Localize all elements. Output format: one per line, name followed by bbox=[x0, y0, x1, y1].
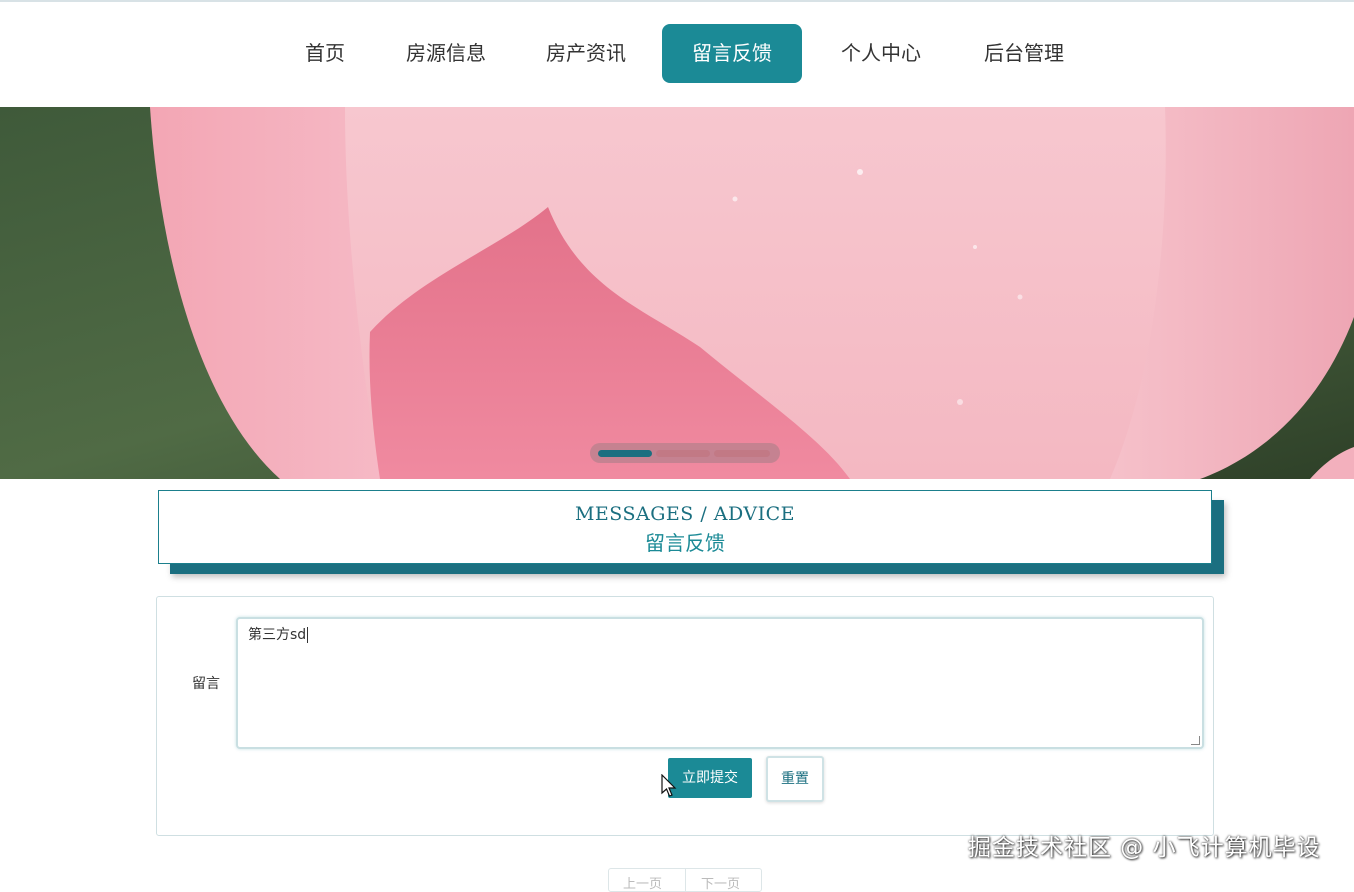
watermark-text: 掘金技术社区 @ 小飞计算机毕设 bbox=[968, 835, 1321, 861]
main-nav: 首页 房源信息 房产资讯 留言反馈 个人中心 后台管理 bbox=[0, 0, 1354, 107]
text-caret bbox=[307, 627, 309, 643]
nav-item-admin[interactable]: 后台管理 bbox=[970, 24, 1078, 83]
carousel-dot-1[interactable] bbox=[598, 450, 652, 457]
resize-handle-icon[interactable] bbox=[1191, 736, 1200, 745]
carousel-dot-2[interactable] bbox=[656, 450, 710, 457]
message-textarea[interactable]: 第三方sd bbox=[236, 617, 1204, 749]
nav-item-feedback[interactable]: 留言反馈 bbox=[662, 24, 802, 83]
nav-item-profile[interactable]: 个人中心 bbox=[826, 24, 936, 83]
nav-item-listings[interactable]: 房源信息 bbox=[392, 24, 500, 83]
nav-item-news[interactable]: 房产资讯 bbox=[532, 24, 640, 83]
reset-button[interactable]: 重置 bbox=[766, 756, 824, 802]
submit-button[interactable]: 立即提交 bbox=[668, 758, 752, 798]
carousel-indicator bbox=[590, 443, 780, 463]
message-label: 留言 bbox=[192, 676, 220, 692]
pagination: 上一页 下一页 bbox=[608, 868, 762, 892]
section-title-cn: 留言反馈 bbox=[645, 531, 725, 555]
mouse-cursor-icon bbox=[661, 774, 677, 797]
banner-carousel bbox=[0, 107, 1354, 479]
section-title-en: MESSAGES / ADVICE bbox=[574, 503, 796, 525]
carousel-dot-3[interactable] bbox=[714, 450, 770, 457]
lotus-banner-image bbox=[0, 107, 1354, 479]
section-title-box: MESSAGES / ADVICE 留言反馈 bbox=[158, 490, 1212, 564]
pager-divider bbox=[685, 869, 686, 891]
message-text: 第三方sd bbox=[248, 627, 307, 643]
nav-item-home[interactable]: 首页 bbox=[290, 24, 360, 83]
